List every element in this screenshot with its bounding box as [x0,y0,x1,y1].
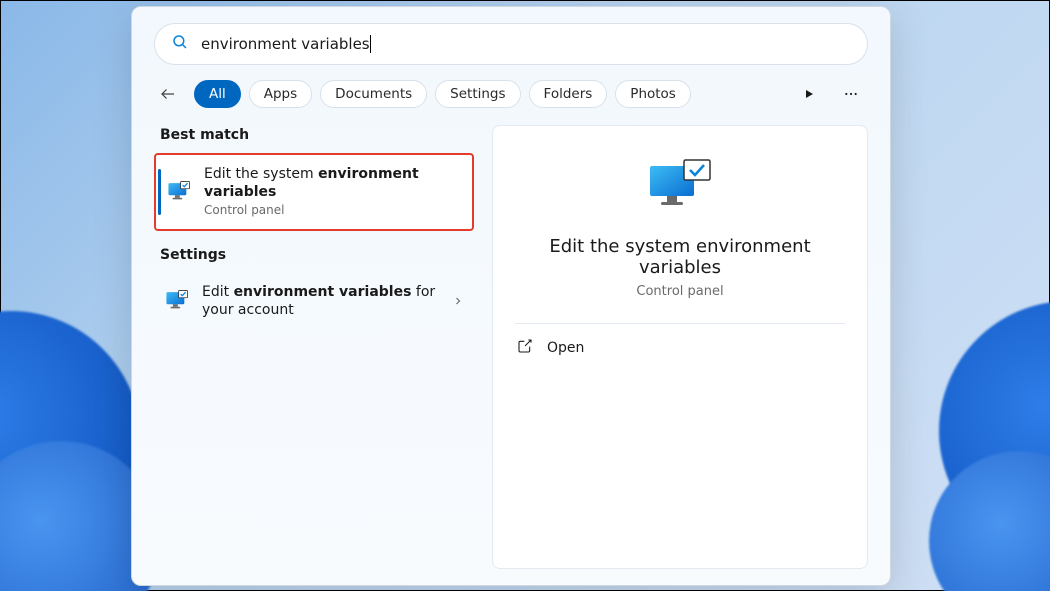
results-column: Best match Edit the system environment v… [154,125,474,569]
action-open[interactable]: Open [515,324,845,372]
preview-title: Edit the system environment variables [515,236,845,278]
text-caret [370,35,371,53]
result-text: Edit the system environment variables Co… [204,165,462,219]
filter-folders[interactable]: Folders [529,80,608,108]
search-icon [171,33,189,55]
open-external-icon [517,338,533,358]
filter-apps[interactable]: Apps [249,80,312,108]
filter-all[interactable]: All [194,80,241,108]
preview-pane: Edit the system environment variables Co… [492,125,868,569]
settings-section-header: Settings [154,245,474,273]
more-horizontal-icon [843,86,859,102]
play-icon [803,88,815,100]
search-query-text: environment variables [201,35,370,53]
action-open-label: Open [547,340,584,356]
chevron-right-icon [452,292,464,311]
more-options-button[interactable] [834,79,868,109]
filter-row: All Apps Documents Settings Folders Phot… [154,79,868,109]
preview-icon [515,156,845,216]
filter-documents[interactable]: Documents [320,80,427,108]
result-best-match[interactable]: Edit the system environment variables Co… [154,153,474,231]
best-match-header: Best match [154,125,474,153]
start-search-panel: environment variables All Apps Documents… [131,6,891,586]
filter-photos[interactable]: Photos [615,80,691,108]
preview-subtitle: Control panel [515,284,845,299]
back-button[interactable] [154,80,182,108]
search-box[interactable]: environment variables [154,23,868,65]
back-arrow-icon [159,85,177,103]
monitor-settings-icon [164,288,190,314]
result-text: Edit environment variables for your acco… [202,283,440,319]
filter-settings[interactable]: Settings [435,80,520,108]
monitor-settings-icon [166,179,192,205]
result-settings-item[interactable]: Edit environment variables for your acco… [154,273,474,329]
play-button[interactable] [792,79,826,109]
